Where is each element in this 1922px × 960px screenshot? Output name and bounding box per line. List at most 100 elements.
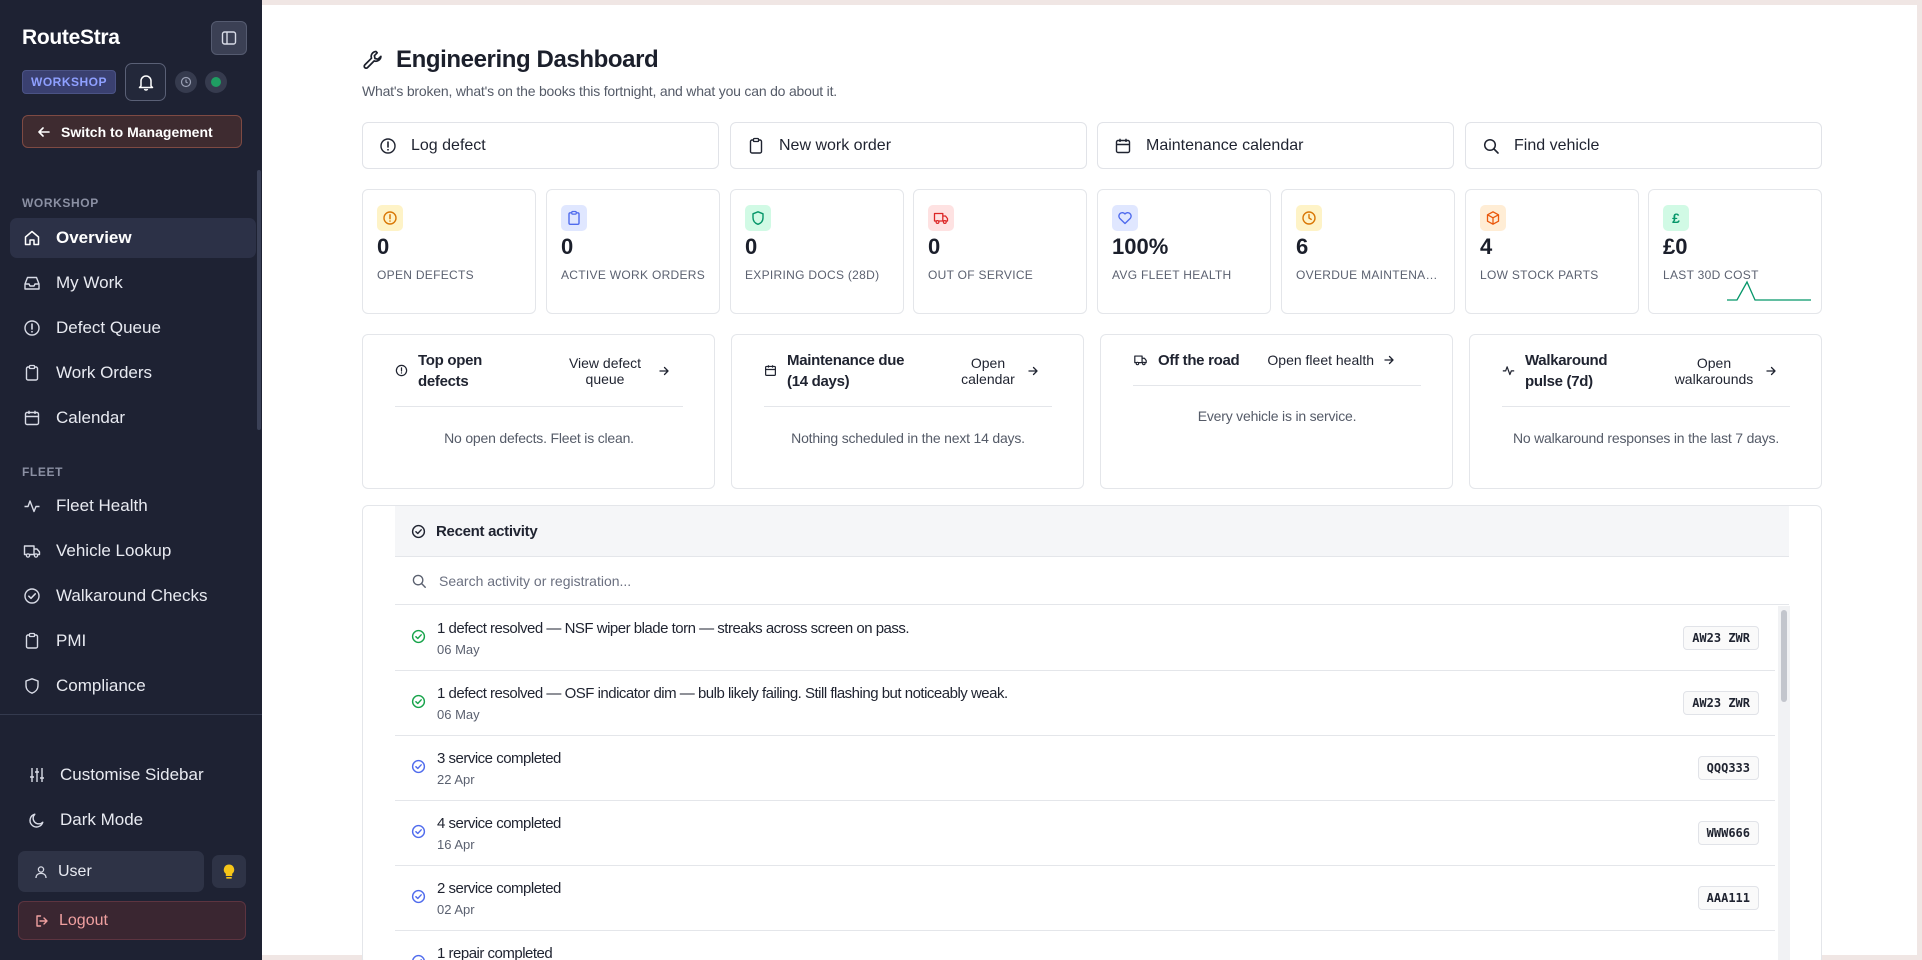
scrollbar-thumb[interactable] <box>1781 610 1787 702</box>
arrow-left-icon <box>38 126 50 137</box>
stat-card-out-of-service[interactable]: 0 OUT OF SERVICE <box>913 189 1087 314</box>
panel-empty-message: No open defects. Fleet is clean. <box>444 430 634 446</box>
stat-value: 0 <box>561 234 574 259</box>
clock-icon <box>180 76 192 88</box>
sidebar-item-defect-queue[interactable]: Defect Queue <box>10 308 256 348</box>
sidebar-toggle-button[interactable] <box>211 21 247 55</box>
activity-row[interactable]: 1 defect resolved — NSF wiper blade torn… <box>395 606 1775 671</box>
dark-mode-label: Dark Mode <box>60 810 144 829</box>
sidebar-item-label: Vehicle Lookup <box>56 541 172 560</box>
heart-icon <box>1112 205 1138 231</box>
switch-to-management-button[interactable]: Switch to Management <box>22 115 242 148</box>
stat-label: AVG FLEET HEALTH <box>1112 268 1232 282</box>
logout-label: Logout <box>59 911 108 929</box>
activity-row[interactable]: 2 service completed 02 Apr AAA111 <box>395 866 1775 931</box>
panel-off-the-road: Off the road Open fleet health Every veh… <box>1100 334 1453 489</box>
panel-title: Walkaround pulse (7d) <box>1502 350 1621 392</box>
dark-mode-toggle[interactable]: Dark Mode <box>28 810 143 830</box>
logout-button[interactable]: Logout <box>18 901 246 940</box>
sidebar-item-pmi[interactable]: PMI <box>10 621 256 661</box>
sidebar-item-compliance[interactable]: Compliance <box>10 666 256 706</box>
open-walkarounds-link[interactable]: Open walkarounds <box>1672 355 1790 387</box>
open-fleet-health-link[interactable]: Open fleet health <box>1267 352 1408 368</box>
activity-date: 02 Apr <box>437 902 475 917</box>
sidebar-scrollbar[interactable] <box>257 170 261 430</box>
user-menu-button[interactable]: User <box>18 851 204 892</box>
activity-icon <box>22 496 42 516</box>
panel-link-text: Open walkarounds <box>1674 354 1754 387</box>
check-circle-icon <box>411 824 426 839</box>
stat-label: LOW STOCK PARTS <box>1480 268 1599 282</box>
clipboard-icon <box>22 363 42 383</box>
sidebar-item-label: PMI <box>56 631 87 650</box>
activity-row[interactable]: 3 service completed 22 Apr QQQ333 <box>395 736 1775 801</box>
panel-title: Maintenance due (14 days) <box>764 350 919 392</box>
panel-top-open-defects: Top open defects View defect queue No op… <box>362 334 715 489</box>
sidebar-item-calendar[interactable]: Calendar <box>10 398 256 438</box>
arrow-right-icon <box>1766 366 1776 375</box>
stat-value: 0 <box>928 234 941 259</box>
sync-status-button[interactable] <box>175 71 197 93</box>
panel-empty-message: No walkaround responses in the last 7 da… <box>1512 430 1780 446</box>
brand-logo[interactable]: RouteStra <box>22 26 120 50</box>
sidebar-item-work-orders[interactable]: Work Orders <box>10 353 256 393</box>
panel-link-text: View defect queue <box>568 354 642 387</box>
log-defect-button[interactable]: Log defect <box>362 122 719 169</box>
pound-icon: £ <box>1663 205 1689 231</box>
panel-title: Top open defects <box>395 350 498 392</box>
page-title: Engineering Dashboard <box>362 46 659 74</box>
activity-title: 1 defect resolved — NSF wiper blade torn… <box>437 620 910 637</box>
activity-row[interactable]: 1 defect resolved — OSF indicator dim — … <box>395 671 1775 736</box>
stat-value: £0 <box>1663 234 1688 259</box>
check-circle-icon <box>411 524 426 538</box>
sidebar-item-vehicle-lookup[interactable]: Vehicle Lookup <box>10 531 256 571</box>
open-calendar-link[interactable]: Open calendar <box>958 355 1052 387</box>
alert-circle-icon <box>22 318 42 338</box>
section-label-workshop: WORKSHOP <box>22 196 99 210</box>
stat-label: OPEN DEFECTS <box>377 268 474 282</box>
tips-button[interactable] <box>212 855 246 888</box>
registration-badge[interactable]: AW23 ZWR <box>1683 691 1759 715</box>
calendar-icon <box>765 365 776 376</box>
sidebar-item-fleet-health[interactable]: Fleet Health <box>10 486 256 526</box>
notifications-button[interactable] <box>125 63 166 101</box>
registration-badge[interactable]: WWW666 <box>1697 821 1759 845</box>
stat-card-low-stock-parts[interactable]: 4 LOW STOCK PARTS <box>1465 189 1639 314</box>
sidebar-item-my-work[interactable]: My Work <box>10 263 256 303</box>
activity-row[interactable]: 4 service completed 16 Apr WWW666 <box>395 801 1775 866</box>
activity-scrollbar[interactable] <box>1778 606 1790 960</box>
stat-card-last-30d-cost[interactable]: £ £0 LAST 30D COST <box>1648 189 1822 314</box>
find-vehicle-button[interactable]: Find vehicle <box>1465 122 1822 169</box>
activity-row[interactable]: 1 repair completed <box>395 931 1775 960</box>
registration-badge[interactable]: AAA111 <box>1697 886 1759 910</box>
registration-badge[interactable]: QQQ333 <box>1697 756 1759 780</box>
arrow-right-icon <box>1028 366 1038 375</box>
recent-activity-header: Recent activity <box>395 506 1789 557</box>
home-icon <box>22 228 42 248</box>
sidebar-item-overview[interactable]: Overview <box>10 218 256 258</box>
new-work-order-button[interactable]: New work order <box>730 122 1087 169</box>
customise-sidebar-button[interactable]: Customise Sidebar <box>28 765 204 785</box>
activity-title: 1 defect resolved — OSF indicator dim — … <box>437 685 1008 702</box>
section-label-fleet: FLEET <box>22 465 63 479</box>
bell-icon <box>138 75 153 91</box>
sidebar-item-walkaround-checks[interactable]: Walkaround Checks <box>10 576 256 616</box>
view-defect-queue-link[interactable]: View defect queue <box>561 355 683 387</box>
sidebar: RouteStra WORKSHOP Switch to Management … <box>0 0 262 960</box>
activity-search-placeholder: Search activity or registration... <box>439 572 632 589</box>
sidebar-divider <box>0 714 262 715</box>
stat-card-avg-fleet-health[interactable]: 100% AVG FLEET HEALTH <box>1097 189 1271 314</box>
maintenance-calendar-button[interactable]: Maintenance calendar <box>1097 122 1454 169</box>
activity-search-field[interactable]: Search activity or registration... <box>395 557 1789 605</box>
stat-card-expiring-docs[interactable]: 0 EXPIRING DOCS (28D) <box>730 189 904 314</box>
stat-card-overdue-maintenance[interactable]: 6 OVERDUE MAINTENANCE <box>1281 189 1455 314</box>
panel-title-text: Walkaround pulse (7d) <box>1525 351 1608 390</box>
check-circle-icon <box>412 954 425 960</box>
panel-title-text: Off the road <box>1158 351 1240 369</box>
shield-icon <box>22 676 42 696</box>
stat-card-open-defects[interactable]: 0 OPEN DEFECTS <box>362 189 536 314</box>
panel-title-text: Maintenance due (14 days) <box>787 351 905 390</box>
registration-badge[interactable]: AW23 ZWR <box>1683 626 1759 650</box>
stat-card-active-work-orders[interactable]: 0 ACTIVE WORK ORDERS <box>546 189 720 314</box>
activity-icon <box>1502 366 1515 376</box>
